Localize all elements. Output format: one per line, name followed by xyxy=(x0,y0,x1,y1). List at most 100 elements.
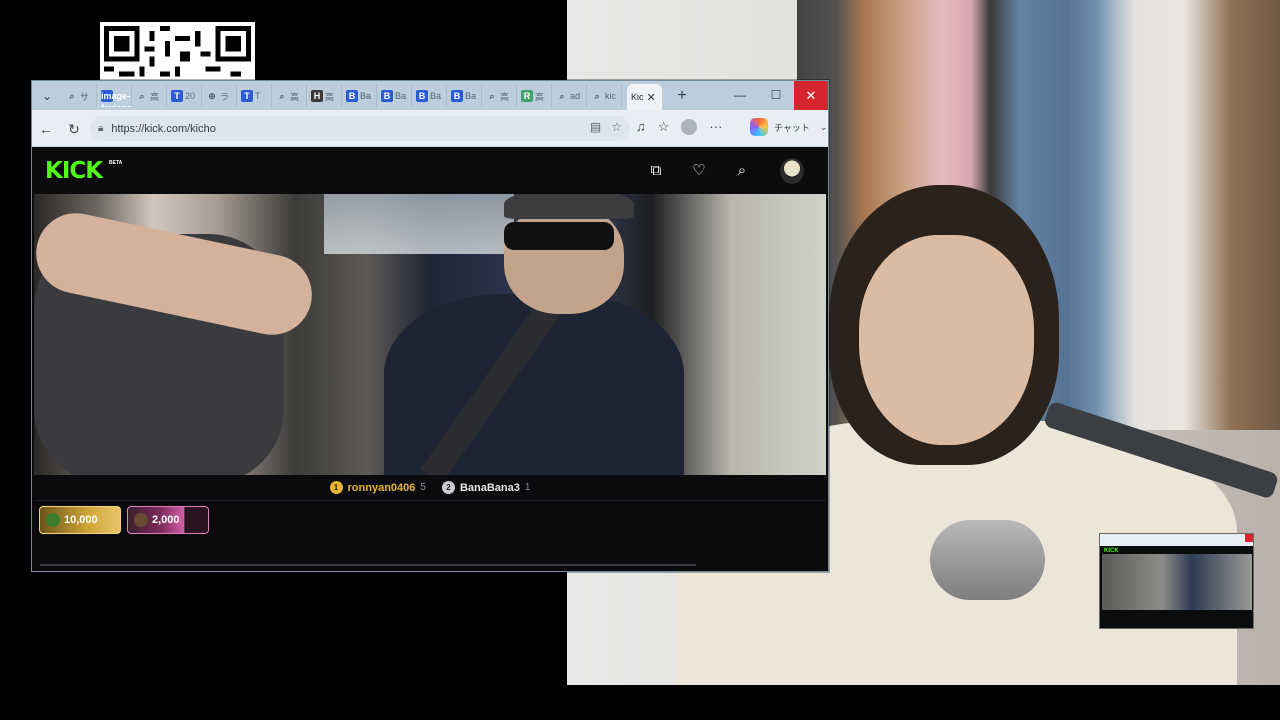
gift-leaderboard: 1 ronnyan0406 5 2 BanaBana3 1 xyxy=(34,475,826,501)
browser-tab[interactable]: ⌕ 高 xyxy=(272,85,307,107)
browser-tab[interactable]: B Ba xyxy=(412,85,447,107)
reload-icon[interactable]: ↻ xyxy=(64,119,84,139)
leaderboard-username: BanaBana3 xyxy=(459,481,520,494)
stream-video[interactable] xyxy=(34,194,826,475)
address-toolbar: ← ↻ 🔒︎ https://kick.com/kicho ▤ ☆ ♫ ☆ ··… xyxy=(32,110,828,147)
search-icon[interactable]: ⌕ xyxy=(732,161,752,181)
passenger-glasses xyxy=(504,222,614,250)
more-menu-icon[interactable]: ··· xyxy=(709,119,722,135)
heart-icon[interactable]: ♡ xyxy=(689,161,709,181)
favorites-icon[interactable]: ☆ xyxy=(658,119,670,135)
passenger-cap xyxy=(504,194,634,219)
gift-amount: 2,000 xyxy=(152,514,180,526)
rank-badge: 1 xyxy=(329,481,343,494)
tab-title: T xyxy=(255,91,261,101)
tab-favicon-icon: image-favicon xyxy=(101,90,133,107)
gift-icon xyxy=(134,513,148,527)
tab-active[interactable]: Kic ✕ xyxy=(627,84,662,110)
search-icon: ⌕ xyxy=(559,91,565,101)
tab-title: 高 xyxy=(535,91,545,102)
browser-tab[interactable]: ⌕ ad xyxy=(552,85,587,107)
tab-title: ラ xyxy=(220,91,230,102)
kick-logo[interactable]: KICK xyxy=(45,158,103,184)
close-window-icon[interactable]: ✕ xyxy=(794,81,828,110)
leaderboard-username: ronnyan0406 xyxy=(347,481,416,494)
search-icon: ⌕ xyxy=(139,91,145,101)
tab-favicon-icon: T xyxy=(171,90,183,102)
kick-header: KICK BETA ⧉ ♡ ⌕ xyxy=(34,148,826,194)
streamer-face xyxy=(859,235,1034,445)
copilot-icon xyxy=(750,118,768,136)
tab-title: kic xyxy=(605,91,616,101)
tab-title: Ba xyxy=(360,91,372,101)
tab-favicon-icon: B xyxy=(346,90,358,102)
tab-favicon-icon: B xyxy=(416,90,428,102)
browser-tab[interactable]: R高 xyxy=(517,85,552,107)
browser-tab[interactable]: ⊕ ラ xyxy=(202,85,237,107)
back-icon[interactable]: ← xyxy=(36,119,56,139)
tab-bar: ⌄ ⌕サimage-favicon⌕高T20⊕ラTT⌕高H高BBaBBaBBaB… xyxy=(32,81,828,110)
tab-strip: ⌕サimage-favicon⌕高T20⊕ラTT⌕高H高BBaBBaBBaBBa… xyxy=(62,85,632,107)
mini-close-icon xyxy=(1245,534,1253,542)
mini-video xyxy=(1102,554,1252,610)
lock-icon[interactable]: 🔒︎ xyxy=(98,123,103,134)
chevron-down-icon[interactable]: ⌄ xyxy=(820,122,828,133)
url-text: https://kick.com/kicho xyxy=(111,122,216,135)
gift-goal-pink[interactable]: 2,000 xyxy=(127,506,209,534)
gift-amount: 10,000 xyxy=(64,514,98,526)
tab-title: 高 xyxy=(150,91,160,102)
tab-title: 高 xyxy=(290,91,300,102)
browser-tab[interactable]: B Ba xyxy=(377,85,412,107)
browser-tab[interactable]: B Ba xyxy=(342,85,377,107)
search-icon: ⌕ xyxy=(69,91,75,101)
user-avatar[interactable] xyxy=(780,158,804,184)
urlbar-actions: ▤ ☆ xyxy=(590,120,622,134)
stream-scene: KICK ⌄ ⌕サimage-favicon⌕高T20⊕ラTT⌕高H高BBaBB… xyxy=(0,0,1280,720)
browser-tab[interactable]: image-favicon xyxy=(97,85,133,107)
extensions-icon[interactable]: ♫ xyxy=(636,119,646,135)
address-bar[interactable]: 🔒︎ https://kick.com/kicho ▤ ☆ xyxy=(90,116,630,141)
tab-title: Ba xyxy=(430,91,442,101)
gift-icon xyxy=(46,513,60,527)
browser-tab[interactable]: ⌕ kic xyxy=(587,85,622,107)
leaderboard-count: 1 xyxy=(524,482,531,493)
tab-favicon-icon: B xyxy=(451,90,463,102)
tab-favicon-icon: H xyxy=(311,90,323,102)
kick-page: KICK BETA ⧉ ♡ ⌕ 1 ronnyan0406 5 2 BanaBa… xyxy=(34,148,826,570)
car-window xyxy=(324,194,514,254)
following-icon[interactable]: ⧉ xyxy=(646,161,666,181)
copilot-button[interactable]: チャット ⌄ xyxy=(750,118,827,136)
browser-tab[interactable]: ⌕ 高 xyxy=(482,85,517,107)
microphone xyxy=(930,520,1045,600)
favorite-star-icon[interactable]: ☆ xyxy=(611,120,622,134)
browser-tab[interactable]: T 20 xyxy=(167,85,202,107)
tab-favicon-icon: B xyxy=(381,90,393,102)
tab-actions-chevron-icon[interactable]: ⌄ xyxy=(38,87,56,105)
browser-tab[interactable]: B Ba xyxy=(447,85,482,107)
horizontal-scrollbar[interactable] xyxy=(40,564,696,566)
toolbar-icons: ♫ ☆ ··· xyxy=(636,119,722,135)
profile-icon[interactable] xyxy=(681,119,698,135)
tab-favicon-icon: R xyxy=(521,90,533,102)
search-icon: ⌕ xyxy=(594,91,600,101)
browser-tab[interactable]: H高 xyxy=(307,85,342,107)
browser-window: ⌄ ⌕サimage-favicon⌕高T20⊕ラTT⌕高H高BBaBBaBBaB… xyxy=(31,80,829,572)
tab-title: ad xyxy=(570,91,581,101)
browser-tab[interactable]: ⌕ 高 xyxy=(132,85,167,107)
active-tab-title: Kic xyxy=(631,92,644,102)
tab-favicon-icon: T xyxy=(241,90,253,102)
leaderboard-entry[interactable]: 2 BanaBana3 1 xyxy=(441,481,531,494)
browser-tab[interactable]: ⌕ サ xyxy=(62,85,97,107)
leaderboard-entry[interactable]: 1 ronnyan0406 5 xyxy=(329,481,426,494)
search-icon: ⌕ xyxy=(489,91,495,101)
browser-tab[interactable]: TT xyxy=(237,85,272,107)
reader-mode-icon[interactable]: ▤ xyxy=(590,120,601,134)
tab-title: 20 xyxy=(185,91,196,101)
minimize-icon[interactable]: — xyxy=(722,81,758,110)
mini-preview: KICK xyxy=(1099,533,1254,629)
tab-title: Ba xyxy=(395,91,407,101)
maximize-icon[interactable]: ☐ xyxy=(758,81,794,110)
gift-goal-gold[interactable]: 10,000 xyxy=(39,506,121,534)
close-tab-icon[interactable]: ✕ xyxy=(647,91,656,104)
new-tab-icon[interactable]: + xyxy=(672,86,692,106)
